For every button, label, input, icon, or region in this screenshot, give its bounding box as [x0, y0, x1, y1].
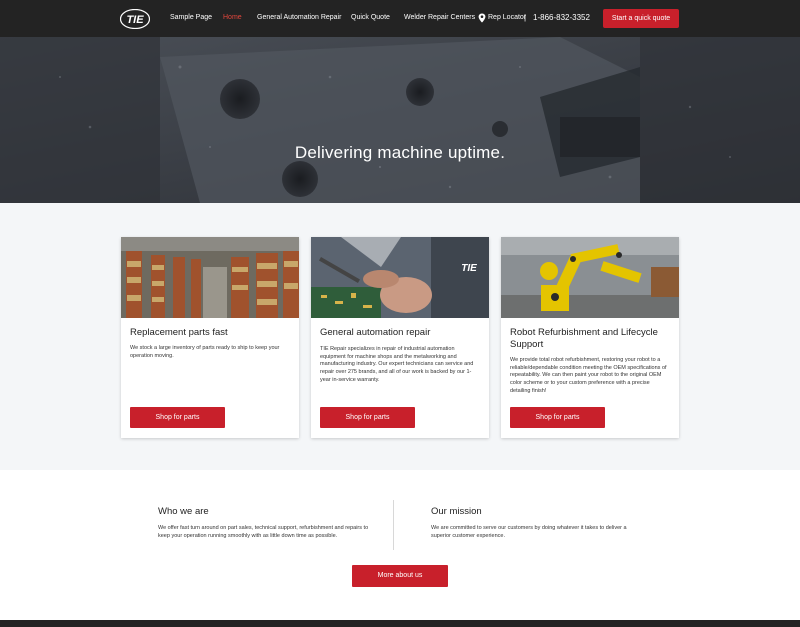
logo-text: TIE	[126, 14, 144, 26]
hero-title: Delivering machine uptime.	[294, 143, 506, 162]
who-we-are-text: We offer fast turn around on part sales,…	[158, 525, 369, 540]
who-we-are-title: Who we are	[158, 506, 209, 517]
shop-for-parts-button[interactable]: Shop for parts	[510, 407, 605, 428]
card-replacement-parts: Replacement parts fast We stock a large …	[121, 237, 299, 438]
nav-link-sample-page[interactable]: Sample Page	[170, 14, 212, 21]
card-robot-refurbishment: Robot Refurbishment and Lifecycle Suppor…	[501, 237, 679, 438]
svg-text:TIE: TIE	[461, 263, 477, 274]
nav-link-home[interactable]: Home	[223, 14, 242, 21]
nav-link-welder-repair-centers[interactable]: Welder Repair Centers	[404, 14, 475, 21]
warehouse-shelves-image	[121, 237, 299, 318]
nav-link-general-automation-repair[interactable]: General Automation Repair	[257, 14, 341, 21]
card-title: Replacement parts fast	[130, 327, 228, 338]
location-pin-icon	[478, 13, 486, 23]
more-about-us-button[interactable]: More about us	[352, 565, 448, 587]
nav-link-quick-quote[interactable]: Quick Quote	[351, 14, 390, 21]
circuit-repair-image: TIE	[311, 237, 489, 318]
shop-for-parts-button[interactable]: Shop for parts	[130, 407, 225, 428]
card-text: We stock a large inventory of parts read…	[130, 345, 280, 359]
hero-machine-image	[0, 37, 800, 203]
rep-locator-link[interactable]: Rep Locator	[488, 14, 526, 21]
hero-banner: Delivering machine uptime.	[0, 37, 800, 203]
top-nav: TIE Sample Page Home General Automation …	[0, 0, 800, 37]
shop-for-parts-button[interactable]: Shop for parts	[320, 407, 415, 428]
nav-separator: |	[524, 13, 527, 22]
card-text: We provide total robot refurbishment, re…	[510, 357, 667, 394]
our-mission-text: We are committed to serve our customers …	[431, 525, 627, 540]
card-title: Robot Refurbishment and Lifecycle Suppor…	[510, 327, 658, 350]
start-quick-quote-button[interactable]: Start a quick quote	[603, 9, 679, 28]
card-text: TIE Repair specializes in repair of indu…	[320, 346, 474, 383]
phone-number[interactable]: 1-866-832-3352	[533, 13, 590, 22]
tie-logo[interactable]: TIE	[120, 9, 150, 29]
card-general-automation-repair: TIE General automation repair TIE Repair…	[311, 237, 489, 438]
footer	[0, 620, 800, 627]
about-divider	[393, 500, 394, 550]
card-title: General automation repair	[320, 327, 431, 338]
our-mission-title: Our mission	[431, 506, 482, 517]
yellow-robot-image	[501, 237, 679, 318]
